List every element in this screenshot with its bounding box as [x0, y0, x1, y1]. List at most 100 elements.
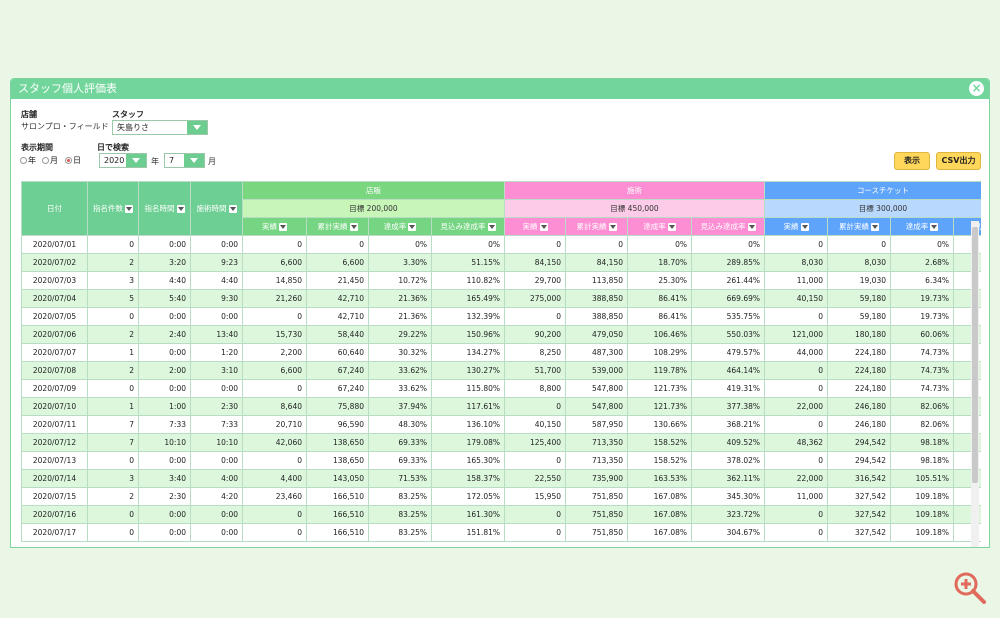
cell-date: 2020/07/06	[21, 325, 88, 344]
subheader-g3-1[interactable]: 累計実績	[827, 217, 891, 236]
sort-icon[interactable]	[408, 223, 417, 231]
radio-selected-icon[interactable]	[65, 157, 72, 164]
table-cell: 388,850	[565, 289, 628, 308]
table-cell: 2	[87, 361, 139, 380]
sort-icon[interactable]	[349, 223, 358, 231]
sort-icon[interactable]	[871, 223, 879, 231]
table-row: 2020/07/03 3 4:40 4:40 14,850 21,450 10.72% 110…	[21, 271, 981, 290]
table-cell: 136.10%	[431, 415, 505, 434]
table-cell: 42,710	[306, 307, 369, 326]
table-cell: 0	[87, 235, 139, 254]
table-cell: 2	[87, 325, 139, 344]
table-cell: 547,800	[565, 397, 628, 416]
radio-label-year: 年	[28, 156, 36, 165]
csv-export-button[interactable]: CSV出力	[936, 152, 981, 170]
table-cell: 21,450	[306, 271, 369, 290]
table-cell: 29.22%	[368, 325, 432, 344]
cell-date: 2020/07/17	[21, 523, 88, 542]
scrollbar-thumb[interactable]	[972, 227, 978, 483]
header-nomination-time[interactable]: 指名時間	[138, 181, 191, 236]
radio-icon[interactable]	[42, 157, 49, 164]
radio-icon[interactable]	[20, 157, 27, 164]
table-cell: 0:00	[138, 379, 191, 398]
table-row: 2020/07/17 0 0:00 0:00 0 166,510 83.25% 151.81%…	[21, 523, 981, 542]
table-cell: 44,000	[764, 343, 828, 362]
table-cell: 4,400	[242, 469, 307, 488]
table-cell: 167.08%	[627, 487, 692, 506]
table-cell: 9:23	[190, 253, 243, 272]
table-cell: 59,180	[827, 289, 891, 308]
month-select[interactable]: 7	[164, 153, 205, 168]
table-cell: 246,180	[827, 415, 891, 434]
cell-date: 2020/07/12	[21, 433, 88, 452]
sort-icon[interactable]	[125, 205, 133, 213]
subheader-g3-0[interactable]: 実績	[764, 217, 828, 236]
subheader-g1-0[interactable]: 実績	[242, 217, 307, 236]
table-cell: 22,000	[764, 469, 828, 488]
table-cell: 8,250	[504, 343, 566, 362]
table-row: 2020/07/12 7 10:10 10:10 42,060 138,650 69.33%…	[21, 433, 981, 452]
table-cell: 294,542	[827, 451, 891, 470]
show-button[interactable]: 表示	[894, 152, 930, 170]
zoom-in-icon[interactable]	[952, 570, 988, 606]
table-cell: 0:00	[138, 451, 191, 470]
sort-icon[interactable]	[800, 223, 809, 231]
sort-icon[interactable]	[608, 223, 617, 231]
table-cell: 0:00	[190, 379, 243, 398]
table-cell: 479.57%	[691, 343, 765, 362]
table-cell: 0	[242, 505, 307, 524]
sort-icon[interactable]	[930, 223, 939, 231]
period-radio-month[interactable]: 月	[42, 155, 58, 166]
table-cell: 25.30%	[627, 271, 692, 290]
chevron-down-icon[interactable]	[187, 121, 207, 134]
table-row: 2020/07/13 0 0:00 0:00 0 138,650 69.33% 165.30%…	[21, 451, 981, 470]
sort-icon[interactable]	[539, 223, 548, 231]
subheader-g3-2[interactable]: 達成率	[890, 217, 954, 236]
table-cell: 4:40	[138, 271, 191, 290]
table-cell: 5	[87, 289, 139, 308]
table-cell: 21.36%	[368, 289, 432, 308]
sort-icon[interactable]	[228, 205, 237, 213]
sort-icon[interactable]	[176, 205, 185, 213]
table-cell: 98.18%	[890, 451, 954, 470]
subheader-g1-1[interactable]: 累計実績	[306, 217, 369, 236]
subheader-g2-1[interactable]: 累計実績	[565, 217, 628, 236]
header-nomination-count[interactable]: 指名件数	[87, 181, 139, 236]
subheader-g1-2[interactable]: 達成率	[368, 217, 432, 236]
period-radio-day[interactable]: 日	[65, 155, 81, 166]
table-cell: 669.69%	[691, 289, 765, 308]
subheader-g2-0[interactable]: 実績	[504, 217, 566, 236]
sort-icon[interactable]	[747, 223, 756, 231]
subheader-g2-2[interactable]: 達成率	[627, 217, 692, 236]
table-cell: 138,650	[306, 433, 369, 452]
sort-icon[interactable]	[279, 223, 287, 231]
sort-icon[interactable]	[667, 223, 676, 231]
subheader-g2-3[interactable]: 見込み達成率	[691, 217, 765, 236]
table-cell: 735,900	[565, 469, 628, 488]
filter-form: 店舗 サロンプロ・フィールド スタッフ 矢島りさ 表示期間 年 月 日 日で検索…	[11, 99, 989, 181]
year-select[interactable]: 2020	[99, 153, 147, 168]
chevron-down-icon[interactable]	[184, 154, 204, 167]
table-cell: 4:00	[190, 469, 243, 488]
table-cell: 48,362	[764, 433, 828, 452]
header-treatment-time[interactable]: 施術時間	[190, 181, 243, 236]
cell-date: 2020/07/08	[21, 361, 88, 380]
period-radio-year[interactable]: 年	[20, 155, 36, 166]
store-label: 店舗	[21, 110, 37, 119]
sort-icon[interactable]	[487, 223, 496, 231]
table-cell: 113,850	[565, 271, 628, 290]
table-cell: 167.08%	[627, 523, 692, 542]
table-cell: 0:00	[138, 523, 191, 542]
table-cell: 109.18%	[890, 523, 954, 542]
subheader-g1-3[interactable]: 見込み達成率	[431, 217, 505, 236]
table-cell: 121.73%	[627, 379, 692, 398]
close-icon[interactable]: ×	[969, 81, 984, 96]
chevron-down-icon[interactable]	[126, 154, 146, 167]
table-cell: 3	[87, 469, 139, 488]
table-cell: 2:00	[138, 361, 191, 380]
table-cell: 151.81%	[431, 523, 505, 542]
table-cell: 4:20	[190, 487, 243, 506]
table-scrollbar[interactable]	[971, 221, 979, 547]
staff-select[interactable]: 矢島りさ	[112, 120, 208, 135]
table-cell: 7	[87, 433, 139, 452]
